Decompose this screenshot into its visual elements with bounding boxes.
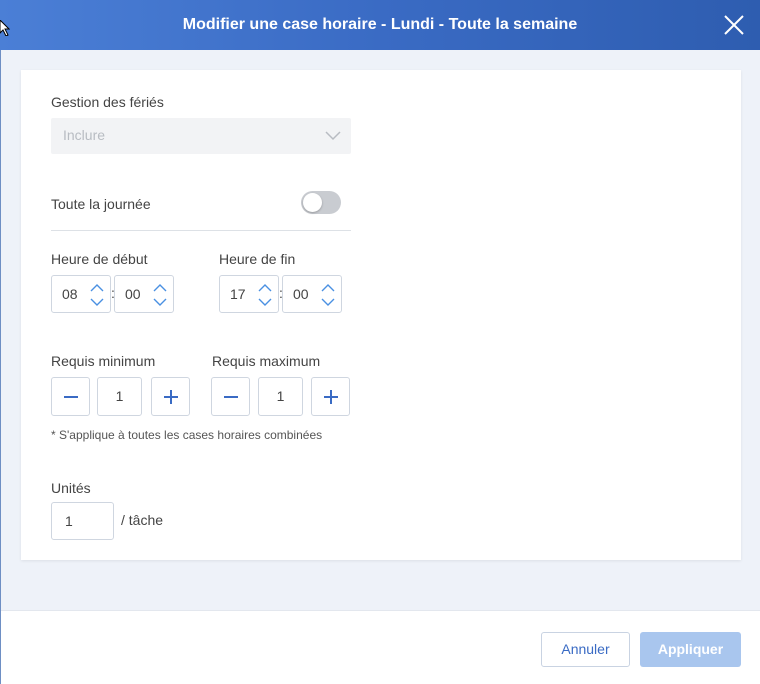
min-decrement-button[interactable] bbox=[51, 377, 90, 416]
spinner-arrows-icon[interactable] bbox=[258, 281, 272, 309]
spinner-arrows-icon[interactable] bbox=[153, 281, 167, 309]
end-minute-value: 00 bbox=[293, 286, 309, 302]
end-minute-spinner[interactable]: 00 bbox=[282, 275, 342, 313]
minus-icon bbox=[64, 396, 78, 398]
max-required-label: Requis maximum bbox=[212, 353, 321, 369]
end-hour-value: 17 bbox=[230, 286, 246, 302]
combined-note: * S'applique à toutes les cases horaires… bbox=[51, 428, 323, 442]
max-increment-button[interactable] bbox=[311, 377, 350, 416]
max-required-value[interactable]: 1 bbox=[258, 377, 303, 416]
start-hour-value: 08 bbox=[62, 286, 78, 302]
max-decrement-button[interactable] bbox=[211, 377, 250, 416]
chevron-down-icon bbox=[325, 131, 341, 141]
dialog-title: Modifier une case horaire - Lundi - Tout… bbox=[182, 16, 578, 33]
all-day-label: Toute la journée bbox=[51, 196, 151, 212]
window-edge bbox=[0, 50, 1, 684]
close-icon[interactable] bbox=[722, 13, 746, 37]
apply-button[interactable]: Appliquer bbox=[640, 632, 741, 667]
divider bbox=[51, 230, 351, 231]
end-time-label: Heure de fin bbox=[219, 251, 296, 267]
start-time-label: Heure de début bbox=[51, 251, 148, 267]
units-label: Unités bbox=[51, 480, 91, 496]
all-day-toggle[interactable] bbox=[301, 191, 341, 214]
spinner-arrows-icon[interactable] bbox=[90, 281, 104, 309]
end-hour-spinner[interactable]: 17 bbox=[219, 275, 279, 313]
plus-icon bbox=[164, 390, 178, 404]
min-increment-button[interactable] bbox=[151, 377, 190, 416]
toggle-knob bbox=[303, 193, 322, 212]
holidays-label: Gestion des fériés bbox=[51, 94, 164, 110]
spinner-arrows-icon[interactable] bbox=[321, 281, 335, 309]
mouse-cursor-icon bbox=[0, 20, 10, 36]
units-input[interactable]: 1 bbox=[51, 502, 114, 540]
plus-icon bbox=[324, 390, 338, 404]
min-required-value[interactable]: 1 bbox=[97, 377, 142, 416]
minus-icon bbox=[224, 396, 238, 398]
cancel-button[interactable]: Annuler bbox=[541, 632, 630, 667]
units-value: 1 bbox=[65, 513, 73, 529]
min-required-label: Requis minimum bbox=[51, 353, 156, 369]
start-minute-spinner[interactable]: 00 bbox=[114, 275, 174, 313]
start-minute-value: 00 bbox=[125, 286, 141, 302]
units-suffix: / tâche bbox=[121, 512, 164, 528]
start-hour-spinner[interactable]: 08 bbox=[51, 275, 111, 313]
dialog-header: Modifier une case horaire - Lundi - Tout… bbox=[0, 0, 760, 50]
holidays-select[interactable]: Inclure bbox=[51, 118, 351, 154]
holidays-selected-value: Inclure bbox=[63, 127, 106, 143]
